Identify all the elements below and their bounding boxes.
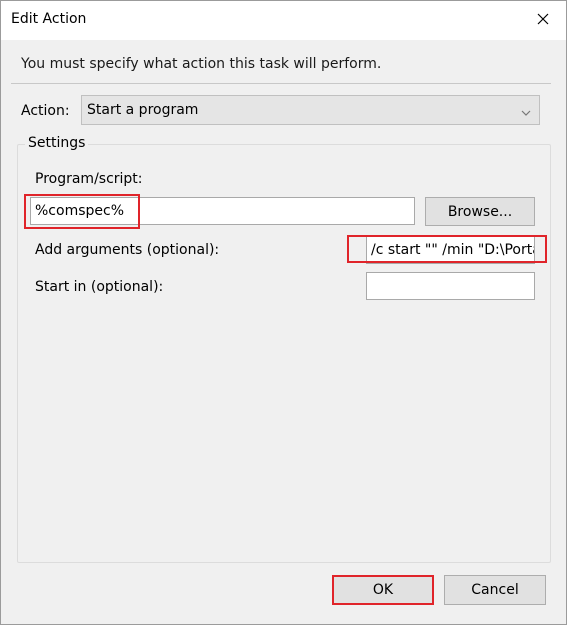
edit-action-dialog: Edit Action You must specify what action… bbox=[0, 0, 567, 625]
close-button[interactable] bbox=[520, 1, 566, 40]
add-arguments-input[interactable]: /c start "" /min "D:\Portab bbox=[366, 236, 535, 264]
add-arguments-label: Add arguments (optional): bbox=[35, 242, 220, 258]
chevron-down-icon bbox=[521, 105, 531, 121]
title-bar: Edit Action bbox=[1, 1, 566, 40]
close-icon bbox=[537, 13, 549, 29]
start-in-label: Start in (optional): bbox=[35, 279, 164, 295]
cancel-button[interactable]: Cancel bbox=[444, 575, 546, 605]
settings-group-title: Settings bbox=[25, 135, 89, 151]
divider bbox=[11, 83, 551, 84]
action-label: Action: bbox=[21, 103, 70, 119]
action-dropdown-value: Start a program bbox=[87, 102, 199, 118]
program-script-label: Program/script: bbox=[35, 171, 143, 187]
ok-button[interactable]: OK bbox=[332, 575, 434, 605]
dialog-title: Edit Action bbox=[11, 11, 87, 27]
instruction-text: You must specify what action this task w… bbox=[21, 56, 382, 72]
program-script-input[interactable]: %comspec% bbox=[30, 197, 415, 225]
action-dropdown[interactable]: Start a program bbox=[81, 95, 540, 125]
start-in-input[interactable] bbox=[366, 272, 535, 300]
browse-button[interactable]: Browse... bbox=[425, 197, 535, 226]
